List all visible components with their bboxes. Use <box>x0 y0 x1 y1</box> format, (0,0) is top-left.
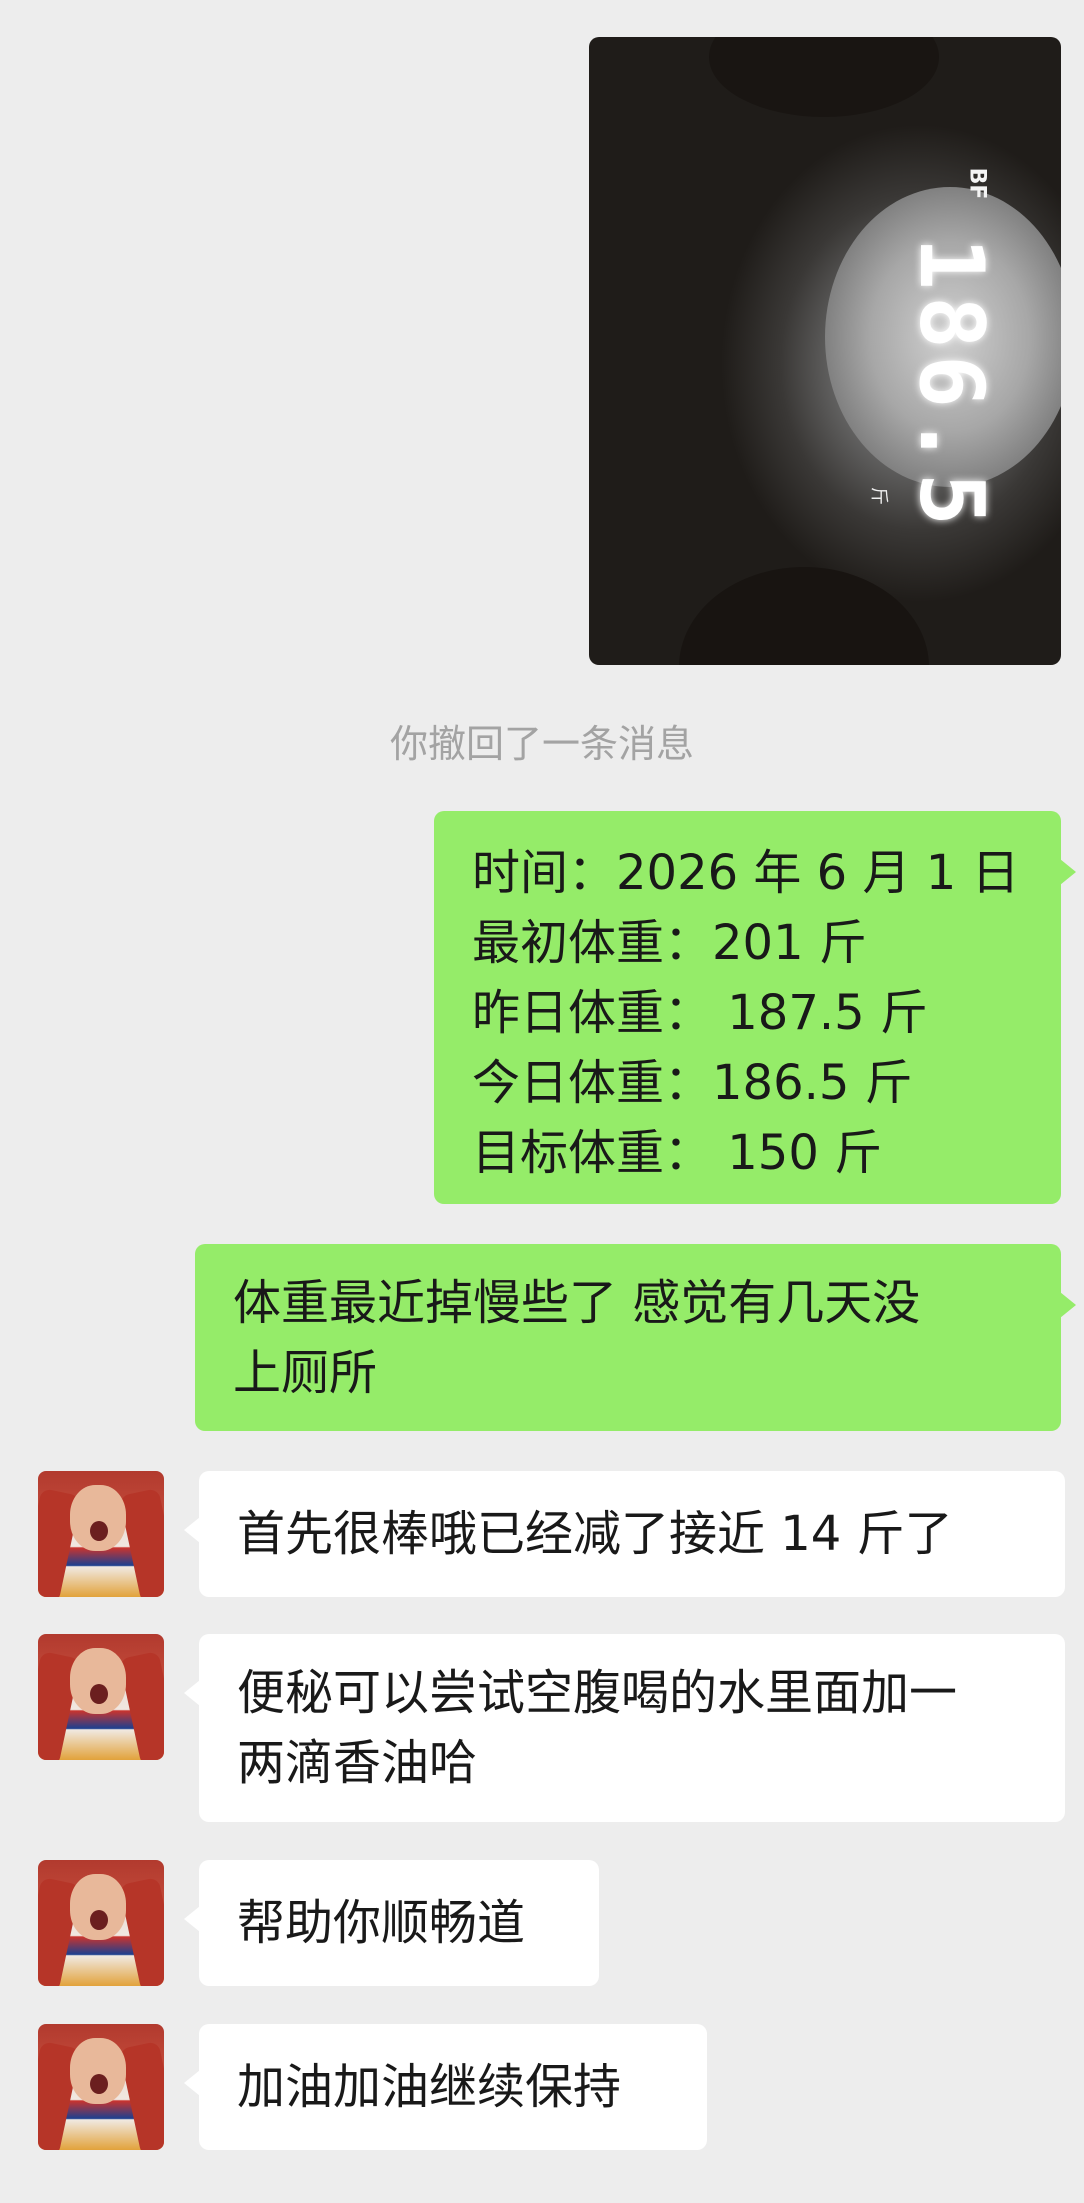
message-line: 便秘可以尝试空腹喝的水里面加一 <box>237 1665 958 1721</box>
scale-unit-label: 斤 <box>868 487 889 505</box>
scale-bf-label: BF <box>964 167 990 200</box>
avatar-hood <box>119 1651 164 1760</box>
contact-avatar[interactable] <box>38 2024 164 2150</box>
message-line: 首先很棒哦已经减了接近 14 斤了 <box>237 1506 953 1562</box>
avatar-mouth <box>90 1684 108 1704</box>
message-line: 最初体重：201 斤 <box>472 915 867 971</box>
avatar-face <box>70 2038 126 2104</box>
contact-avatar[interactable] <box>38 1634 164 1760</box>
message-line: 昨日体重： 187.5 斤 <box>472 985 928 1041</box>
contact-avatar[interactable] <box>38 1860 164 1986</box>
scale-weight-readout: 186.5 <box>899 237 1003 532</box>
avatar-face <box>70 1485 126 1551</box>
avatar-hood <box>119 2041 164 2150</box>
avatar-mouth <box>90 1521 108 1541</box>
my-message-bubble[interactable]: 体重最近掉慢些了 感觉有几天没 上厕所 <box>195 1244 1076 1431</box>
photo-shadow <box>709 37 939 117</box>
my-message-bubble[interactable]: 时间：2026 年 6 月 1 日 最初体重：201 斤 昨日体重： 187.5… <box>434 811 1076 1204</box>
message-line: 两滴香油哈 <box>237 1735 478 1791</box>
recalled-message-notice: 你撤回了一条消息 <box>389 722 694 766</box>
message-line: 目标体重： 150 斤 <box>472 1125 883 1181</box>
message-line: 加油加油继续保持 <box>237 2059 622 2115</box>
message-line: 体重最近掉慢些了 感觉有几天没 <box>233 1275 921 1331</box>
message-line: 上厕所 <box>233 1345 378 1401</box>
contact-message-bubble[interactable]: 加油加油继续保持 <box>184 2024 707 2150</box>
avatar-face <box>70 1648 126 1714</box>
avatar-mouth <box>90 2074 108 2094</box>
avatar-mouth <box>90 1910 108 1930</box>
scale-photo-message[interactable]: BF 186.5 斤 <box>589 37 1061 665</box>
photo-shadow <box>679 567 929 665</box>
message-line: 帮助你顺畅道 <box>237 1895 526 1951</box>
message-line: 今日体重：186.5 斤 <box>472 1055 913 1111</box>
contact-message-bubble[interactable]: 帮助你顺畅道 <box>184 1860 599 1986</box>
contact-message-bubble[interactable]: 首先很棒哦已经减了接近 14 斤了 <box>184 1471 1065 1597</box>
avatar-face <box>70 1874 126 1940</box>
contact-message-bubble[interactable]: 便秘可以尝试空腹喝的水里面加一 两滴香油哈 <box>184 1634 1065 1822</box>
avatar-hood <box>119 1488 164 1597</box>
avatar-hood <box>119 1877 164 1986</box>
contact-avatar[interactable] <box>38 1471 164 1597</box>
message-line: 时间：2026 年 6 月 1 日 <box>472 845 1020 901</box>
